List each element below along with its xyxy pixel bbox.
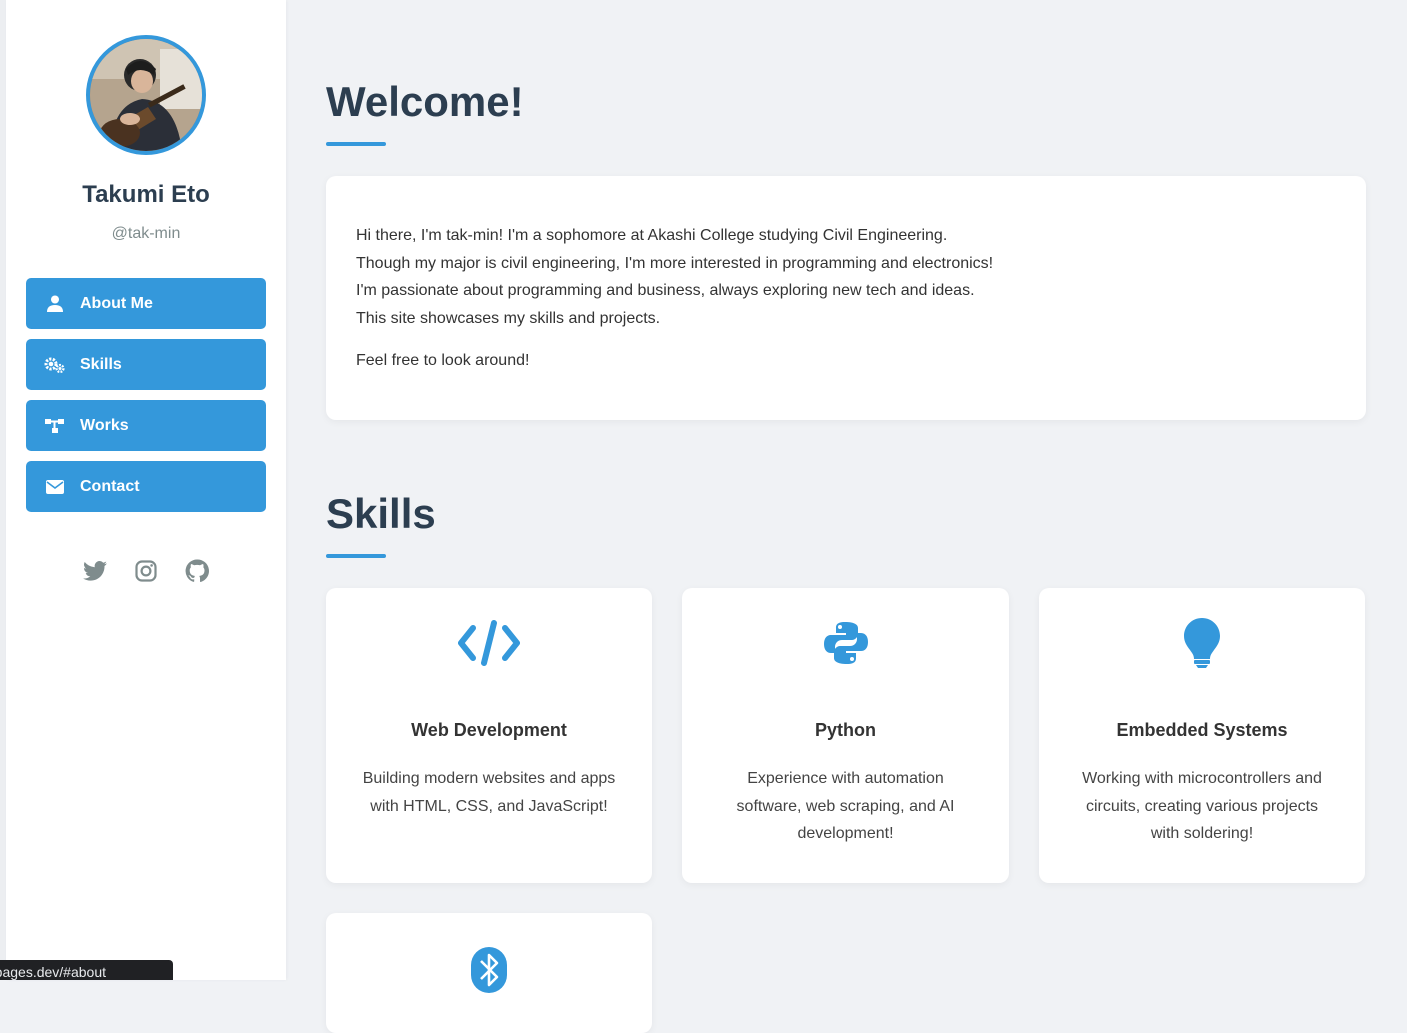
welcome-closing: Feel free to look around! [356,352,530,369]
skill-card-embedded-systems: Embedded Systems Working with microcontr… [1039,588,1365,883]
skill-title: Web Development [411,720,567,740]
sidebar-nav: About Me Skills Works Contact [26,278,266,522]
avatar [86,35,206,155]
welcome-line: This site showcases my skills and projec… [356,309,661,327]
sidebar-item-label: About Me [80,294,153,312]
gears-icon [44,354,66,376]
welcome-card: Hi there, I'm tak-min! I'm a sophomore a… [326,176,1366,420]
lightbulb-icon [1039,614,1365,672]
title-underline [326,142,386,146]
welcome-line: Though my major is civil engineering, I'… [356,254,994,272]
title-underline [326,554,386,558]
instagram-icon[interactable] [134,558,159,584]
welcome-line: Hi there, I'm tak-min! I'm a sophomore a… [356,227,948,244]
sidebar-item-works[interactable]: Works [26,400,266,451]
sidebar-item-skills[interactable]: Skills [26,339,266,390]
skill-title: Python [815,720,876,740]
skill-card-bluetooth [326,913,652,1033]
welcome-title: Welcome! [326,78,524,125]
sidebar: Takumi Eto @tak-min About Me Skills Work… [6,0,286,980]
bluetooth-icon [326,941,652,999]
twitter-icon[interactable] [83,558,108,584]
link-status-tooltip: os.pages.dev/#about [0,960,173,980]
python-icon [682,614,1009,672]
code-icon [326,614,652,672]
profile-handle: @tak-min [111,225,181,242]
skill-description: Working with microcontrollers and circui… [1082,770,1322,842]
sitemap-icon [44,415,66,437]
user-icon [44,293,66,315]
skill-description: Building modern websites and apps with H… [362,770,616,815]
skill-description: Experience with automation software, web… [736,770,955,842]
status-url: os.pages.dev/#about [0,964,106,980]
sidebar-item-about-me[interactable]: About Me [26,278,266,329]
envelope-icon [44,476,66,498]
sidebar-item-label: Works [80,416,129,434]
skill-card-python: Python Experience with automation softwa… [682,588,1009,883]
welcome-line: I'm passionate about programming and bus… [356,282,975,299]
skills-title: Skills [326,490,436,537]
skill-card-web-development: Web Development Building modern websites… [326,588,652,883]
social-links [6,558,286,584]
sidebar-item-label: Skills [80,355,122,373]
skill-title: Embedded Systems [1116,720,1288,740]
profile-name: Takumi Eto [82,181,210,208]
github-icon[interactable] [185,558,210,584]
sidebar-item-contact[interactable]: Contact [26,461,266,512]
sidebar-item-label: Contact [80,477,140,495]
